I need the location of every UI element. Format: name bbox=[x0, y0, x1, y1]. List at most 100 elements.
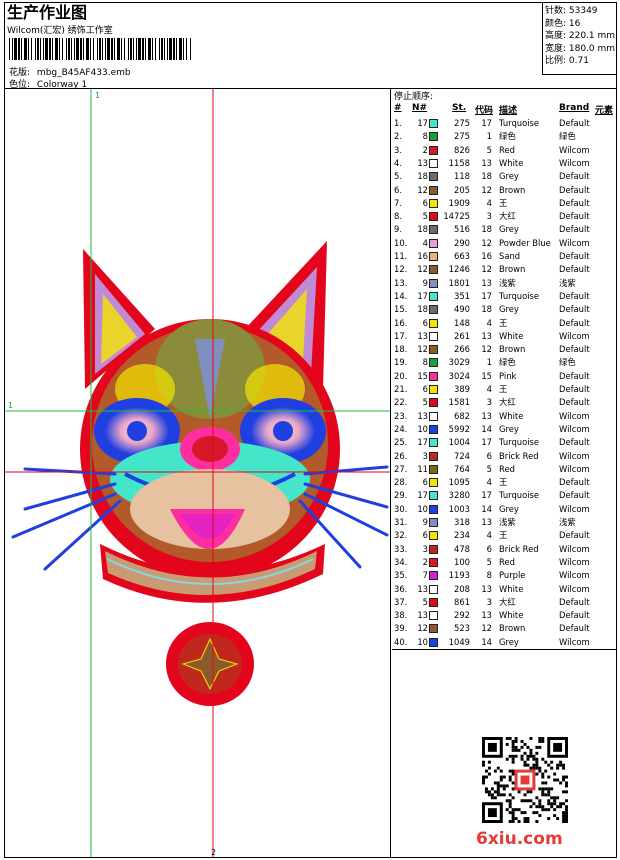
column-header: St. bbox=[452, 103, 467, 113]
stop-row: 9. 18 516 18 Grey Default bbox=[392, 223, 616, 236]
stop-cell: 10 bbox=[417, 503, 428, 514]
stop-cell: 38. bbox=[394, 610, 408, 621]
stop-cell: 绿色 bbox=[559, 131, 576, 142]
stop-cell: 1. bbox=[394, 118, 402, 128]
stop-cell: 4 bbox=[422, 237, 428, 248]
stop-cell: 1581 bbox=[448, 397, 470, 408]
stop-cell: 14 bbox=[481, 636, 492, 647]
stop-cell: 12 bbox=[481, 264, 492, 275]
stop-row: 40. 10 1049 14 Grey Wilcom bbox=[392, 636, 616, 649]
stop-cell: 大红 bbox=[499, 211, 516, 222]
barcode bbox=[9, 38, 191, 60]
stop-cell: 8 bbox=[422, 131, 428, 142]
column-header: Brand bbox=[559, 103, 590, 113]
stop-cell: 6 bbox=[422, 477, 428, 488]
stop-cell: 2 bbox=[422, 144, 428, 155]
stop-cell: Wilcom bbox=[559, 583, 590, 594]
stop-cell: Brown bbox=[499, 264, 526, 275]
stop-cell: Wilcom bbox=[559, 410, 590, 421]
color-swatch bbox=[429, 265, 438, 275]
stop-cell: Default bbox=[559, 224, 590, 235]
stop-row: 16. 6 148 4 王 Default bbox=[392, 317, 616, 330]
stop-cell: Default bbox=[559, 370, 590, 381]
stop-cell: 12 bbox=[417, 344, 428, 355]
stop-cell: Wilcom bbox=[559, 237, 590, 248]
stop-row: 20. 15 3024 15 Pink Default bbox=[392, 370, 616, 383]
stop-cell: 3029 bbox=[448, 357, 470, 368]
stop-cell: Wilcom bbox=[559, 503, 590, 514]
stop-cell: 389 bbox=[454, 384, 470, 394]
stop-cell: Brown bbox=[499, 344, 526, 355]
color-swatch bbox=[429, 451, 438, 461]
stop-row: 21. 6 389 4 王 Default bbox=[392, 383, 616, 396]
stop-sequence-panel: 停止顺序: # N# St. 代码 描述 Brand 元素 1. 17 275 17 Turquoi… bbox=[392, 89, 616, 857]
stop-cell: Red bbox=[499, 463, 515, 474]
stop-row: 29. 17 3280 17 Turquoise Default bbox=[392, 489, 616, 502]
color-swatch bbox=[429, 504, 438, 514]
stop-cell: 118 bbox=[454, 171, 470, 182]
stop-cell: 1049 bbox=[448, 636, 470, 647]
stop-cell: 13 bbox=[417, 610, 428, 621]
stop-cell: 17 bbox=[481, 118, 492, 128]
stop-row: 27. 11 764 5 Red Wilcom bbox=[392, 463, 616, 476]
stop-cell: 18 bbox=[481, 224, 492, 235]
stop-cell: Wilcom bbox=[559, 423, 590, 434]
stop-cell: Default bbox=[559, 437, 590, 448]
stop-cell: 3 bbox=[422, 450, 428, 461]
color-swatch bbox=[429, 584, 438, 594]
color-swatch bbox=[429, 385, 438, 394]
stop-cell: 10 bbox=[417, 636, 428, 647]
stop-cell: Sand bbox=[499, 251, 521, 261]
page-title: 生产作业图 bbox=[7, 3, 88, 22]
guide-label-left: 1 bbox=[8, 401, 13, 410]
stop-row: 10. 4 290 12 Powder Blue Wilcom bbox=[392, 237, 616, 250]
stop-row: 32. 6 234 4 王 Default bbox=[392, 529, 616, 542]
stop-cell: 浅紫 bbox=[559, 277, 576, 288]
guide-label-bottom: 2 bbox=[211, 848, 216, 857]
design-stats: 针数: 53349 颜色: 16 高度: 220.1 mm 宽度: 180.0 … bbox=[542, 3, 616, 75]
stop-cell: Brick Red bbox=[499, 450, 539, 461]
stop-cell: 11 bbox=[417, 463, 428, 474]
stop-cell: 148 bbox=[454, 317, 470, 328]
stop-cell: 13 bbox=[481, 330, 492, 341]
stop-cell: 王 bbox=[499, 317, 508, 328]
stop-cell: Default bbox=[559, 197, 590, 208]
stop-cell: 13. bbox=[394, 277, 408, 288]
stop-cell: 19. bbox=[394, 357, 408, 368]
worksheet-frame: 生产作业图 Wilcom(汇宏) 绣饰工作室 花版: mbg_B45AF433.… bbox=[4, 2, 617, 858]
column-header: 元素 bbox=[595, 106, 614, 116]
color-swatch bbox=[429, 305, 438, 315]
stop-row: 24. 10 5992 14 Grey Wilcom bbox=[392, 423, 616, 436]
stop-cell: 1158 bbox=[448, 157, 470, 168]
stop-cell: 3 bbox=[486, 397, 492, 408]
color-count: 颜色: 16 bbox=[545, 18, 581, 29]
stop-cell: 17. bbox=[394, 330, 408, 341]
color-swatch bbox=[429, 438, 438, 448]
stop-cell: 3 bbox=[422, 543, 428, 554]
stop-cell: 12 bbox=[417, 623, 428, 634]
stop-cell: 724 bbox=[454, 450, 470, 461]
color-swatch bbox=[429, 358, 438, 368]
color-swatch bbox=[429, 544, 438, 554]
stop-row: 38. 13 292 13 White Default bbox=[392, 609, 616, 622]
stop-cell: 14. bbox=[394, 290, 408, 301]
color-swatch bbox=[429, 611, 438, 621]
stop-cell: 16 bbox=[481, 251, 492, 261]
design-height: 高度: 220.1 mm bbox=[545, 31, 616, 42]
stop-cell: Default bbox=[559, 304, 590, 315]
stop-row: 15. 18 490 18 Grey Default bbox=[392, 303, 616, 316]
stop-row: 34. 2 100 5 Red Wilcom bbox=[392, 556, 616, 569]
color-swatch bbox=[429, 252, 438, 261]
stop-cell: 18 bbox=[417, 171, 428, 182]
stop-cell: 4 bbox=[486, 384, 492, 394]
color-swatch bbox=[429, 185, 438, 195]
stop-cell: 24. bbox=[394, 423, 408, 434]
stop-row: 19. 8 3029 1 绿色 绿色 bbox=[392, 356, 616, 369]
stop-cell: 205 bbox=[454, 184, 470, 195]
table-divider bbox=[392, 649, 616, 650]
stop-cell: 34. bbox=[394, 556, 408, 567]
stop-cell: 1246 bbox=[448, 264, 470, 275]
stop-cell: 13 bbox=[481, 583, 492, 594]
color-swatch bbox=[429, 491, 438, 501]
stop-cell: 5. bbox=[394, 171, 402, 182]
